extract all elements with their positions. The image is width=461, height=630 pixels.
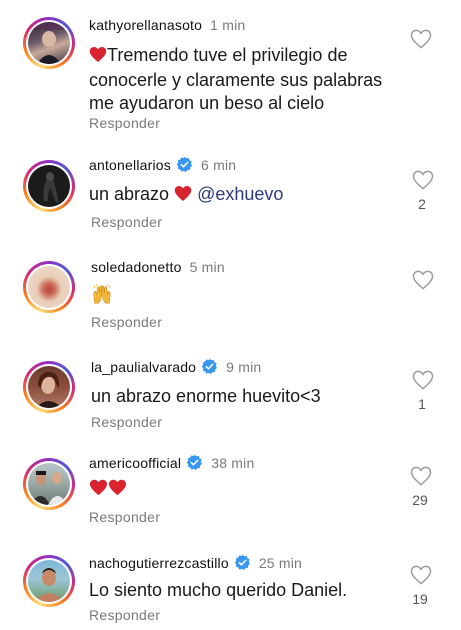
- like-button[interactable]: [409, 565, 433, 590]
- raising-hands-emoji-icon: [91, 284, 113, 309]
- like-count: 19: [412, 591, 428, 607]
- red-heart-emoji-icon: [89, 479, 108, 500]
- avatar[interactable]: [23, 17, 75, 69]
- avatar[interactable]: [23, 555, 75, 607]
- red-heart-emoji-icon: [108, 479, 127, 500]
- heart-outline-icon: [412, 170, 434, 190]
- avatar-photo: [28, 165, 70, 207]
- username[interactable]: nachogutierrezcastillo: [89, 555, 229, 571]
- comment-time: 6 min: [201, 157, 237, 173]
- reply-button[interactable]: Responder: [89, 607, 160, 623]
- avatar-photo: [28, 366, 70, 408]
- comment-text: [89, 479, 127, 502]
- red-heart-emoji-icon: [89, 46, 107, 69]
- reply-button[interactable]: Responder: [91, 314, 162, 330]
- comment-time: 9 min: [226, 359, 262, 375]
- comment-text-line: me ayudaron un beso al cielo: [89, 93, 325, 113]
- username[interactable]: americoofficial: [89, 455, 181, 471]
- like-count: 29: [412, 492, 428, 508]
- comment-text: un abrazo @exhuevo: [89, 183, 389, 208]
- reply-button[interactable]: Responder: [91, 214, 162, 230]
- comment-text-line: Tremendo tuve el privilegio de: [107, 45, 348, 65]
- username[interactable]: la_paulialvarado: [91, 359, 196, 375]
- heart-outline-icon: [410, 29, 432, 49]
- avatar[interactable]: [23, 160, 75, 212]
- verified-badge-icon: [176, 156, 193, 176]
- username[interactable]: antonellarios: [89, 157, 171, 173]
- verified-badge-icon: [201, 358, 218, 378]
- avatar[interactable]: [23, 261, 75, 313]
- comment-item: soledadonetto 5 min Responder: [0, 245, 461, 345]
- comment-text: Lo siento mucho querido Daniel.: [89, 580, 348, 600]
- verified-badge-icon: [234, 554, 251, 574]
- comment-text: [91, 283, 113, 311]
- like-button[interactable]: [411, 270, 435, 295]
- comment-time: 1 min: [210, 17, 246, 33]
- heart-outline-icon: [410, 466, 432, 486]
- comment-time: 38 min: [211, 455, 255, 471]
- comment-item: americoofficial 38 min Responder 29: [0, 445, 461, 545]
- heart-outline-icon: [412, 270, 434, 290]
- comment-item: nachogutierrezcastillo 25 min Lo siento m…: [0, 545, 461, 630]
- comment-time: 25 min: [258, 555, 303, 571]
- avatar[interactable]: [23, 361, 75, 413]
- verified-badge-icon: [186, 454, 203, 474]
- avatar[interactable]: [23, 458, 75, 510]
- comment-text: un abrazo enorme huevito<3: [91, 386, 321, 406]
- comment-text: Tremendo tuve el privilegio de conocerle…: [89, 44, 389, 115]
- reply-button[interactable]: Responder: [91, 414, 162, 430]
- like-button[interactable]: [411, 370, 435, 395]
- mention-link[interactable]: @exhuevo: [197, 184, 283, 204]
- comment-item: la_paulialvarado 9 min un abrazo enorme h…: [0, 345, 461, 445]
- comment-text-line: conocerle y claramente sus palabras: [89, 70, 383, 90]
- reply-button[interactable]: Responder: [89, 509, 160, 525]
- comment-time: 5 min: [189, 259, 225, 275]
- comment-item: antonellarios 6 min un abrazo @exhuevo Re…: [0, 145, 461, 245]
- avatar-photo: [28, 560, 70, 602]
- reply-button[interactable]: Responder: [89, 115, 160, 131]
- like-button[interactable]: [411, 170, 435, 195]
- avatar-photo: [28, 22, 70, 64]
- like-button[interactable]: [409, 466, 433, 491]
- red-heart-emoji-icon: [174, 185, 192, 208]
- comment-text-part: un abrazo: [89, 184, 170, 204]
- username[interactable]: soledadonetto: [91, 259, 182, 275]
- like-button[interactable]: [409, 29, 433, 54]
- like-count: 2: [418, 196, 426, 212]
- avatar-photo: [28, 463, 70, 505]
- avatar-photo: [28, 266, 70, 308]
- like-count: 1: [418, 396, 426, 412]
- username[interactable]: kathyorellanasoto: [89, 17, 202, 33]
- comment-item: kathyorellanasoto 1 min Tremendo tuve el …: [0, 0, 461, 145]
- heart-outline-icon: [410, 565, 432, 585]
- heart-outline-icon: [412, 370, 434, 390]
